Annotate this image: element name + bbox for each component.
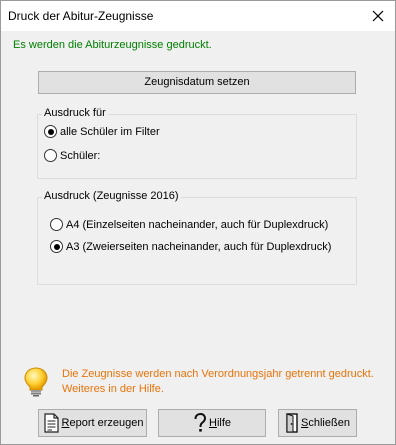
help-label: Hilfe: [208, 417, 231, 429]
radio-a3-indicator[interactable]: [50, 240, 63, 253]
radio-all-students[interactable]: alle Schüler im Filter: [44, 125, 160, 138]
print-for-legend: Ausdruck für: [42, 107, 108, 119]
radio-all-students-indicator[interactable]: [44, 125, 57, 138]
door-exit-icon: [286, 413, 298, 433]
help-button[interactable]: Hilfe: [158, 409, 266, 437]
radio-a3-label: A3 (Zweierseiten nacheinander, auch für …: [66, 240, 332, 253]
radio-a4-label: A4 (Einzelseiten nacheinander, auch für …: [66, 218, 329, 231]
window-title: Druck der Abitur-Zeugnisse: [8, 9, 154, 23]
title-bar: Druck der Abitur-Zeugnisse: [1, 1, 395, 31]
hint-message: Die Zeugnisse werden nach Verordnungsjah…: [62, 368, 374, 395]
create-report-button[interactable]: Report erzeugen: [38, 409, 147, 437]
question-mark-icon: [194, 413, 206, 432]
close-window-button[interactable]: [361, 1, 395, 31]
radio-single-student[interactable]: Schüler:: [44, 149, 100, 162]
radio-a3[interactable]: A3 (Zweierseiten nacheinander, auch für …: [50, 240, 331, 253]
create-report-label: Report erzeugen: [61, 417, 144, 429]
print-format-group: Ausdruck (Zeugnisse 2016) A4 (Einzelseit…: [37, 190, 357, 285]
report-document-icon: [43, 413, 59, 433]
set-certificate-date-button[interactable]: Zeugnisdatum setzen: [38, 71, 356, 94]
radio-a4-indicator[interactable]: [50, 218, 63, 231]
radio-all-students-label: alle Schüler im Filter: [60, 125, 160, 138]
close-icon: [372, 10, 384, 22]
radio-a4[interactable]: A4 (Einzelseiten nacheinander, auch für …: [50, 218, 328, 231]
radio-single-student-indicator[interactable]: [44, 149, 57, 162]
info-message: Es werden die Abiturzeugnisse gedruckt.: [13, 39, 212, 51]
close-dialog-label: Schließen: [301, 417, 350, 429]
radio-single-student-label: Schüler:: [60, 149, 101, 162]
dialog-window: Druck der Abitur-Zeugnisse Es werden die…: [0, 0, 396, 445]
close-dialog-button[interactable]: Schließen: [278, 409, 357, 437]
print-format-legend: Ausdruck (Zeugnisse 2016): [42, 190, 181, 202]
print-for-group: Ausdruck für alle Schüler im Filter Schü…: [37, 107, 357, 179]
lightbulb-icon: [23, 367, 49, 400]
